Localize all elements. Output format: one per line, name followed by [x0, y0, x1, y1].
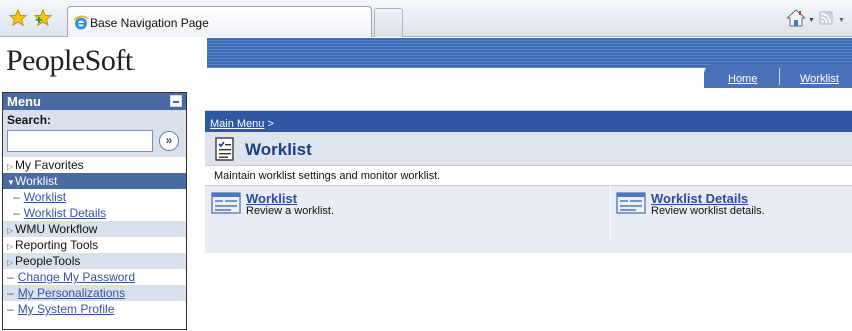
favorites-star-icon[interactable] — [9, 9, 27, 27]
tree-dash-icon: – — [13, 190, 20, 204]
worklist-details-card[interactable]: Worklist Details Review worklist details… — [616, 191, 846, 241]
main-content: Main Menu > Worklist Maintain worklist s… — [205, 110, 852, 253]
menu-item-my-favorites[interactable]: ▷ My Favorites — [3, 157, 186, 173]
breadcrumb: Main Menu > — [205, 111, 852, 132]
menu-subitem-link[interactable]: Worklist Details — [24, 206, 106, 220]
menu-item-label: Worklist — [15, 174, 58, 188]
add-favorites-icon[interactable] — [34, 9, 52, 27]
search-go-button[interactable]: » — [159, 131, 179, 151]
menu-item-reporting-tools[interactable]: ▷ Reporting Tools — [3, 237, 186, 253]
home-icon[interactable] — [785, 8, 807, 28]
menu-item-peopletools[interactable]: ▷ PeopleTools — [3, 253, 186, 269]
card-divider — [610, 186, 611, 241]
worklist-details-card-desc: Review worklist details. — [651, 205, 765, 217]
menu-subitem-worklist-details[interactable]: – Worklist Details — [3, 205, 186, 221]
page-title: Worklist — [245, 140, 312, 159]
page-title-row: Worklist — [205, 132, 852, 166]
left-menu: Menu Search: » ▷ My Favorites ▼Worklist –… — [2, 92, 187, 330]
menu-item-label: WMU Workflow — [15, 222, 98, 236]
menu-link[interactable]: Change My Password — [18, 270, 135, 284]
menu-header: Menu — [3, 93, 186, 110]
collapse-menu-icon[interactable] — [170, 95, 182, 107]
menu-item-label: PeopleTools — [15, 254, 81, 268]
new-tab-button[interactable] — [374, 8, 403, 37]
component-window-icon — [616, 192, 646, 214]
content-cards: Worklist Review a worklist. Worklist Det… — [205, 186, 852, 241]
ie-page-icon — [73, 15, 89, 31]
menu-subitem-link[interactable]: Worklist — [24, 190, 66, 204]
menu-search: Search: » — [3, 110, 186, 157]
menu-link[interactable]: My System Profile — [18, 302, 115, 316]
breadcrumb-separator: > — [267, 118, 274, 130]
component-window-icon — [211, 192, 241, 214]
search-label: Search: — [7, 113, 52, 127]
tab-title: Base Navigation Page — [90, 16, 209, 30]
browser-toolbar: Base Navigation Page ▼ ▼ — [0, 0, 852, 37]
nav-home-link[interactable]: Home — [728, 73, 757, 85]
menu-item-label: My Favorites — [15, 158, 84, 172]
breadcrumb-main-menu-link[interactable]: Main Menu — [210, 118, 264, 130]
peoplesoft-logo: PeopleSoft. — [6, 44, 136, 77]
worklist-card-desc: Review a worklist. — [246, 205, 335, 217]
worklist-details-card-link[interactable]: Worklist Details — [651, 191, 748, 206]
tree-dash-icon: – — [7, 270, 14, 284]
nav-worklist-link[interactable]: Worklist — [800, 73, 839, 85]
menu-title: Menu — [7, 94, 41, 109]
menu-link[interactable]: My Personalizations — [18, 286, 125, 300]
page-description: Maintain worklist settings and monitor w… — [205, 166, 852, 186]
browser-tab[interactable]: Base Navigation Page — [67, 6, 372, 37]
menu-link-my-system-profile[interactable]: – My System Profile — [3, 301, 186, 317]
menu-item-worklist[interactable]: ▼Worklist — [3, 173, 186, 189]
nav-separator — [779, 68, 780, 85]
menu-link-change-password[interactable]: – Change My Password — [3, 269, 186, 285]
feeds-icon[interactable] — [818, 10, 834, 26]
search-input[interactable] — [7, 130, 153, 152]
worklist-card-link[interactable]: Worklist — [246, 191, 297, 206]
menu-item-label: Reporting Tools — [15, 238, 99, 252]
tree-dash-icon: – — [7, 286, 14, 300]
worklist-card[interactable]: Worklist Review a worklist. — [211, 191, 591, 241]
menu-link-my-personalizations[interactable]: – My Personalizations — [3, 285, 186, 301]
feeds-dropdown-icon[interactable]: ▼ — [838, 17, 845, 24]
menu-item-wmu-workflow[interactable]: ▷ WMU Workflow — [3, 221, 186, 237]
tree-dash-icon: – — [13, 206, 20, 220]
tree-dash-icon: – — [7, 302, 14, 316]
home-dropdown-icon[interactable]: ▼ — [808, 17, 815, 24]
worklist-page-icon — [213, 137, 237, 161]
menu-subitem-worklist[interactable]: – Worklist — [3, 189, 186, 205]
